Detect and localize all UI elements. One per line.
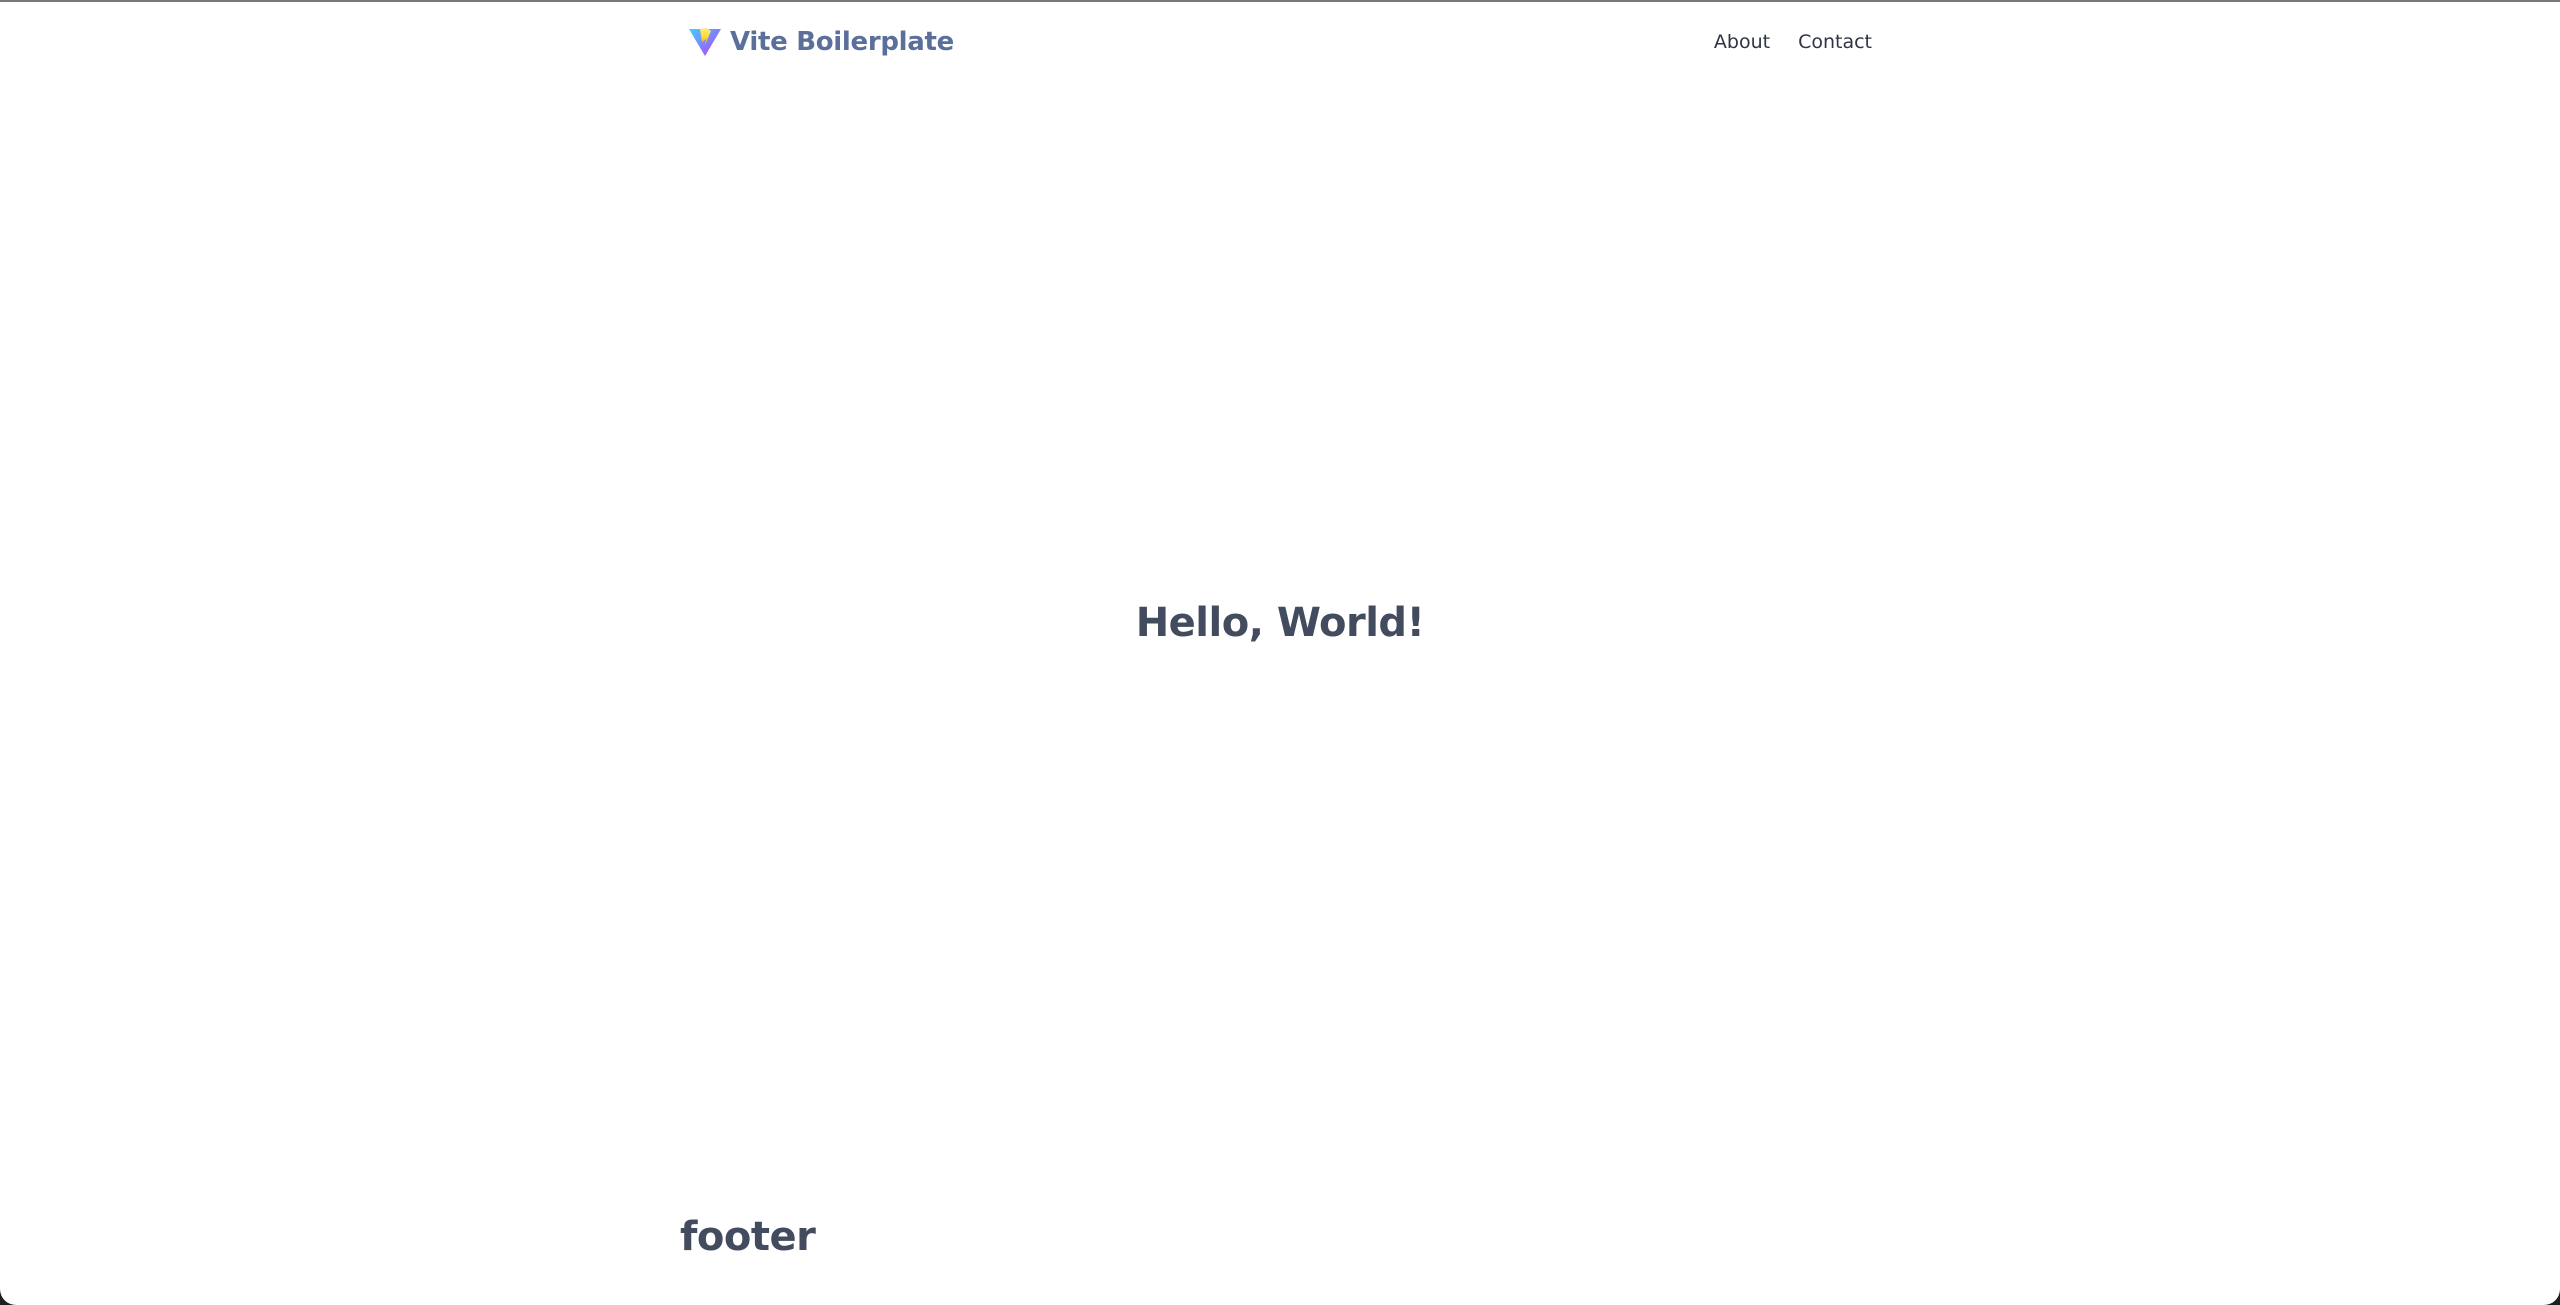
main-nav: About Contact [1714, 31, 1872, 53]
vite-logo-icon [688, 27, 722, 57]
nav-link-about[interactable]: About [1714, 31, 1770, 53]
nav-link-contact[interactable]: Contact [1798, 31, 1872, 53]
site-footer: footer [680, 1214, 816, 1260]
page-container: Vite Boilerplate About Contact Hello, Wo… [680, 2, 1880, 1305]
page-heading: Hello, World! [1135, 600, 1425, 646]
site-header: Vite Boilerplate About Contact [680, 2, 1880, 82]
footer-text: footer [680, 1214, 816, 1260]
brand-name: Vite Boilerplate [730, 27, 954, 57]
main-content: Hello, World! [680, 600, 1880, 646]
browser-viewport: Vite Boilerplate About Contact Hello, Wo… [0, 0, 2560, 1305]
brand-link[interactable]: Vite Boilerplate [688, 27, 954, 57]
